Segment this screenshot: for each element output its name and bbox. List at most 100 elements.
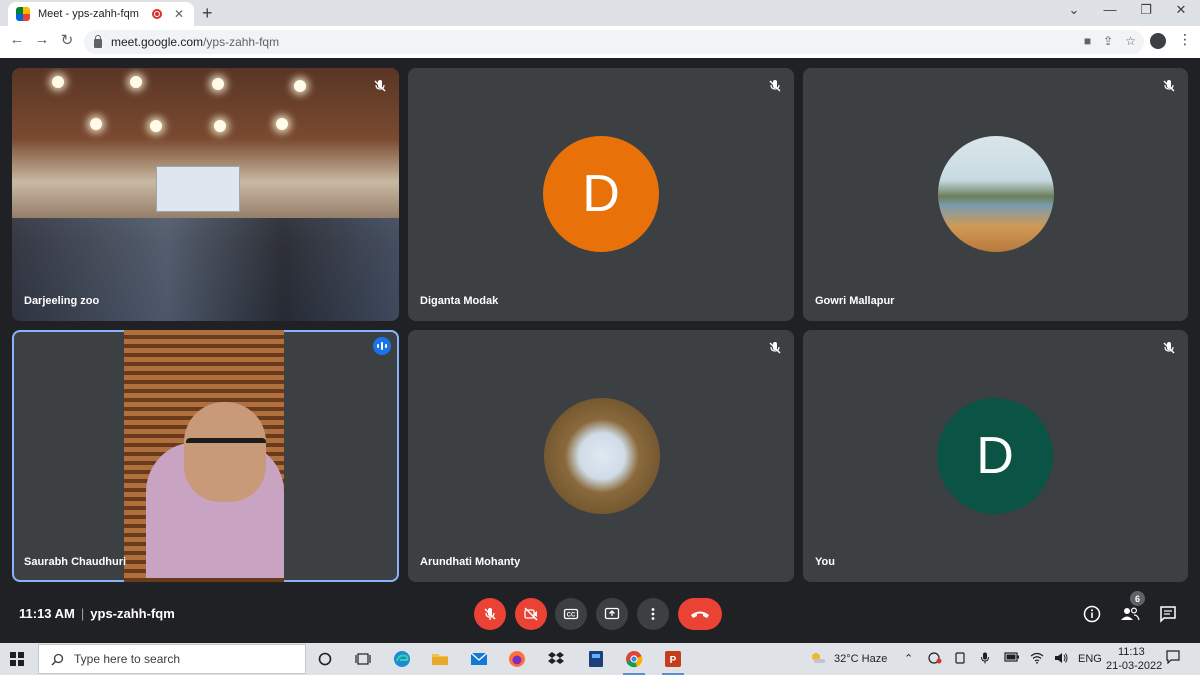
participant-name: Saurabh Chaudhuri: [24, 556, 127, 568]
forward-icon[interactable]: →: [31, 31, 53, 48]
browser-toolbar: ← → ↻ meet.google.com /yps-zahh-fqm ■ ⇪ …: [0, 26, 1200, 58]
cortana-icon[interactable]: [314, 648, 336, 670]
input-language[interactable]: ENG: [1078, 653, 1102, 665]
avatar: D: [543, 136, 659, 252]
participant-name: You: [815, 556, 835, 568]
minimize-icon[interactable]: —: [1095, 2, 1125, 17]
browser-chrome: Meet - yps-zahh-fqm ✕ + ⌄ — ❐ ✕ ← → ↻ me…: [0, 0, 1200, 58]
chat-button[interactable]: [1157, 603, 1179, 625]
tab-strip: Meet - yps-zahh-fqm ✕ + ⌄ — ❐ ✕: [0, 0, 1200, 26]
volume-icon[interactable]: [1054, 652, 1068, 667]
url-path: /yps-zahh-fqm: [203, 35, 280, 49]
weather-icon[interactable]: [810, 651, 826, 668]
more-vert-icon: [651, 608, 655, 620]
task-view-icon[interactable]: [352, 648, 374, 670]
svg-text:P: P: [670, 655, 677, 666]
profile-avatar-icon[interactable]: [1150, 33, 1166, 49]
participant-tile-arundhati-mohanty[interactable]: Arundhati Mohanty: [408, 330, 794, 582]
share-icon[interactable]: ⇪: [1103, 34, 1113, 48]
search-icon: [51, 653, 64, 666]
avatar-photo: [544, 398, 660, 514]
present-screen-icon: [604, 607, 620, 620]
meeting-controls-bar: 11:13 AM | yps-zahh-fqm CC 6: [0, 588, 1200, 643]
mic-off-icon: [371, 77, 389, 95]
mic-off-icon: [484, 608, 496, 620]
avatar: D: [937, 398, 1053, 514]
clock-date[interactable]: 21-03-2022: [1106, 660, 1162, 672]
app-bookmark-icon[interactable]: [585, 648, 607, 670]
meeting-info: 11:13 AM | yps-zahh-fqm: [19, 606, 175, 621]
info-icon: [1083, 605, 1101, 623]
taskbar-search-box[interactable]: Type here to search: [38, 644, 306, 674]
mic-off-icon: [1160, 77, 1178, 95]
captions-button[interactable]: CC: [555, 598, 587, 630]
windows-taskbar: Type here to search P 32°C Haze ⌃ ENG 11…: [0, 643, 1200, 675]
show-everyone-button[interactable]: [1119, 603, 1141, 625]
back-icon[interactable]: ←: [6, 31, 28, 48]
reload-icon[interactable]: ↻: [56, 31, 78, 49]
participant-video: [12, 68, 399, 321]
file-explorer-icon[interactable]: [429, 648, 451, 670]
mic-off-icon: [1160, 339, 1178, 357]
tab-meet[interactable]: Meet - yps-zahh-fqm ✕: [8, 2, 194, 26]
mail-icon[interactable]: [468, 648, 490, 670]
meeting-details-button[interactable]: [1081, 603, 1103, 625]
show-hidden-icons-icon[interactable]: ⌃: [904, 652, 913, 665]
avatar-photo: [938, 136, 1054, 252]
people-icon: [1121, 607, 1140, 621]
powerpoint-icon[interactable]: P: [662, 648, 684, 675]
url-host: meet.google.com: [111, 35, 204, 49]
weather-text[interactable]: 32°C Haze: [834, 653, 887, 665]
speaking-indicator-icon: [373, 337, 391, 355]
mic-off-icon: [766, 77, 784, 95]
participant-name: Gowri Mallapur: [815, 295, 895, 307]
svg-text:CC: CC: [567, 613, 576, 619]
tab-close-icon[interactable]: ✕: [172, 7, 186, 21]
dropbox-icon[interactable]: [545, 648, 567, 670]
chrome-menu-icon[interactable]: ⋮: [1178, 31, 1192, 48]
participant-name: Diganta Modak: [420, 295, 499, 307]
toggle-mic-button[interactable]: [474, 598, 506, 630]
clock-time[interactable]: 11:13: [1118, 646, 1145, 658]
address-bar[interactable]: meet.google.com /yps-zahh-fqm ■ ⇪ ☆: [84, 30, 1144, 54]
windows-start-icon[interactable]: [10, 652, 24, 666]
firefox-icon[interactable]: [506, 648, 528, 670]
tab-search-icon[interactable]: ⌄: [1059, 2, 1089, 18]
chrome-icon[interactable]: [623, 648, 645, 675]
notifications-icon[interactable]: [1166, 650, 1180, 667]
chat-icon: [1160, 606, 1176, 623]
search-placeholder: Type here to search: [74, 652, 181, 666]
participant-tile-saurabh-chaudhuri[interactable]: Saurabh Chaudhuri: [12, 330, 399, 582]
security-icon[interactable]: [928, 652, 942, 667]
more-options-button[interactable]: [637, 598, 669, 630]
leave-call-button[interactable]: [678, 598, 722, 630]
participant-count-badge: 6: [1130, 591, 1145, 606]
tab-title: Meet - yps-zahh-fqm: [38, 8, 139, 20]
meet-favicon-icon: [16, 7, 30, 21]
meeting-code: yps-zahh-fqm: [90, 606, 175, 621]
camera-off-icon: [524, 607, 538, 621]
microphone-icon[interactable]: [980, 652, 990, 667]
toggle-camera-button[interactable]: [515, 598, 547, 630]
participant-tile-you[interactable]: D You: [803, 330, 1188, 582]
hang-up-icon: [691, 611, 709, 618]
participant-name: Arundhati Mohanty: [420, 556, 521, 568]
maximize-icon[interactable]: ❐: [1131, 2, 1161, 18]
participant-tile-gowri-mallapur[interactable]: Gowri Mallapur: [803, 68, 1188, 321]
mic-off-icon: [766, 339, 784, 357]
close-window-icon[interactable]: ✕: [1166, 2, 1196, 18]
wifi-icon[interactable]: [1030, 652, 1044, 667]
edge-icon[interactable]: [391, 648, 413, 670]
captions-icon: CC: [563, 608, 579, 620]
participant-name: Darjeeling zoo: [24, 295, 100, 307]
device-icon[interactable]: [954, 652, 966, 667]
camera-in-use-icon[interactable]: ■: [1084, 34, 1091, 48]
present-screen-button[interactable]: [596, 598, 628, 630]
battery-icon[interactable]: [1004, 652, 1020, 665]
participant-tile-darjeeling-zoo[interactable]: Darjeeling zoo: [12, 68, 399, 321]
banner: [156, 166, 240, 212]
lock-icon: [94, 35, 102, 48]
new-tab-icon[interactable]: +: [202, 3, 213, 24]
participant-tile-diganta-modak[interactable]: D Diganta Modak: [408, 68, 794, 321]
bookmark-star-icon[interactable]: ☆: [1125, 34, 1136, 48]
